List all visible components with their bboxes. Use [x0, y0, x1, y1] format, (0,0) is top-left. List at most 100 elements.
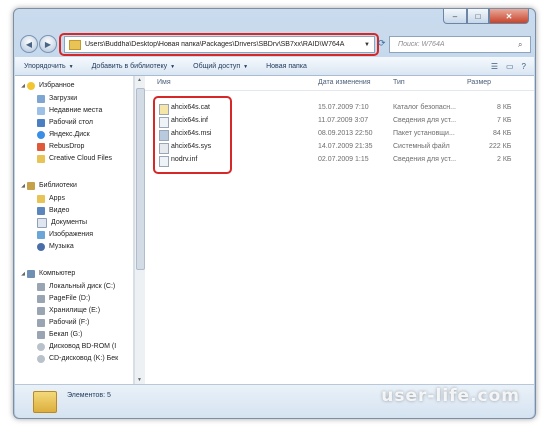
drive-icon	[37, 282, 45, 291]
file-size: 222 КБ	[489, 143, 512, 150]
search-placeholder[interactable]: Поиск: W764A	[390, 41, 518, 48]
nav-item-label: Apps	[49, 195, 65, 202]
search-icon[interactable]: ⌕	[518, 40, 530, 50]
drive-icon	[37, 306, 45, 315]
nav-item-label: Бекап (G:)	[49, 331, 83, 338]
window-controls: ‒ □ ✕	[443, 9, 529, 24]
nav-item-drive-e[interactable]: Хранилище (E:)	[37, 305, 100, 316]
nav-item-downloads[interactable]: Загрузки	[37, 93, 77, 104]
nav-item-recent[interactable]: Недавние места	[37, 105, 102, 116]
help-icon[interactable]: ?	[522, 62, 526, 71]
file-date: 14.07.2009 21:35	[318, 143, 373, 150]
file-type: Системный файл	[393, 143, 450, 150]
add-to-library-button[interactable]: Добавить в библиотеку ▼	[83, 63, 185, 70]
nav-item-label: CD-дисковод (K:) Бек	[49, 355, 119, 362]
navigation-pane: ◢ Избранное Загрузки Недавние места Рабоч…	[15, 76, 134, 384]
refresh-icon[interactable]: ⟳	[378, 38, 386, 49]
watermark: user-life.com	[381, 386, 520, 406]
forward-arrow-icon: ▶	[44, 39, 52, 49]
nav-item-drive-g[interactable]: Бекап (G:)	[37, 329, 82, 340]
documents-icon	[37, 217, 47, 228]
nav-item-label: RebusDrop	[49, 143, 85, 150]
folder-icon	[37, 154, 45, 163]
expand-arrow-icon[interactable]: ◢	[19, 271, 27, 277]
nav-item-creative-cloud[interactable]: Creative Cloud Files	[37, 153, 112, 164]
nav-computer-label: Компьютер	[39, 270, 76, 277]
video-icon	[37, 206, 45, 215]
nav-scrollbar[interactable]: ▲ ▼	[134, 76, 145, 384]
library-icon	[27, 181, 35, 190]
expand-arrow-icon[interactable]: ◢	[19, 83, 27, 89]
minimize-button[interactable]: ‒	[443, 9, 467, 24]
file-type: Каталог безопасн...	[393, 104, 456, 111]
nav-favorites[interactable]: ◢ Избранное	[19, 80, 74, 91]
new-folder-button[interactable]: Новая папка	[257, 63, 316, 70]
nav-item-drive-k[interactable]: CD-дисковод (K:) Бек	[37, 353, 118, 364]
organize-label: Упорядочить	[24, 62, 66, 70]
column-size[interactable]: Размер	[467, 79, 491, 86]
rebusdrop-icon	[37, 142, 45, 151]
nav-item-label: Недавние места	[49, 107, 103, 114]
nav-item-label: PageFile (D:)	[49, 295, 91, 302]
nav-item-label: Музыка	[49, 243, 74, 250]
cloud-icon	[37, 130, 45, 139]
nav-favorites-label: Избранное	[39, 82, 75, 89]
nav-item-label: Загрузки	[49, 95, 78, 102]
disc-icon	[37, 342, 45, 351]
star-icon	[27, 81, 35, 90]
folder-icon	[33, 391, 57, 413]
nav-computer[interactable]: ◢ Компьютер	[19, 268, 75, 279]
file-date: 15.07.2009 7:10	[318, 104, 369, 111]
music-icon	[37, 242, 45, 251]
chevron-down-icon: ▼	[243, 63, 249, 70]
close-button[interactable]: ✕	[489, 9, 529, 24]
file-date: 02.07.2009 1:15	[318, 156, 369, 163]
recent-places-icon	[37, 106, 45, 115]
view-options-icon[interactable]: ☰	[491, 62, 498, 71]
scroll-down-icon[interactable]: ▼	[137, 377, 142, 383]
column-name[interactable]: Имя	[157, 79, 171, 86]
scroll-up-icon[interactable]: ▲	[137, 77, 142, 83]
navigation-row: ◀ ▶ Users\Buddha\Desktop\Новая папка\Pac…	[14, 31, 535, 56]
nav-libraries[interactable]: ◢ Библиотеки	[19, 180, 77, 191]
maximize-button[interactable]: □	[467, 9, 489, 24]
nav-item-label: Creative Cloud Files	[49, 155, 113, 162]
nav-item-pictures[interactable]: Изображения	[37, 229, 93, 240]
chevron-down-icon: ▼	[170, 63, 176, 70]
file-list: Имя Дата изменения Тип Размер ahcix64s.c…	[145, 76, 534, 384]
disc-icon	[37, 354, 45, 363]
share-button[interactable]: Общий доступ ▼	[184, 63, 257, 70]
nav-item-documents[interactable]: Документы	[37, 217, 87, 228]
nav-item-yandex-disk[interactable]: Яндекс.Диск	[37, 129, 90, 140]
back-button[interactable]: ◀	[20, 35, 38, 53]
drive-icon	[37, 294, 45, 303]
nav-item-video[interactable]: Видео	[37, 205, 69, 216]
details-pane: Элементов: 5 user-life.com	[15, 384, 534, 418]
column-date[interactable]: Дата изменения	[318, 79, 371, 86]
preview-pane-icon[interactable]: ▭	[506, 62, 514, 71]
nav-item-drive-d[interactable]: PageFile (D:)	[37, 293, 90, 304]
downloads-icon	[37, 94, 45, 103]
scroll-thumb[interactable]	[136, 88, 145, 270]
expand-arrow-icon[interactable]: ◢	[19, 183, 27, 189]
column-type[interactable]: Тип	[393, 79, 405, 86]
nav-item-desktop[interactable]: Рабочий стол	[37, 117, 93, 128]
nav-item-drive-i[interactable]: Дисковод BD-ROM (I	[37, 341, 116, 352]
file-size: 8 КБ	[497, 104, 512, 111]
nav-item-music[interactable]: Музыка	[37, 241, 74, 252]
forward-button[interactable]: ▶	[39, 35, 57, 53]
command-bar: Упорядочить ▼ Добавить в библиотеку ▼ Общи…	[15, 57, 534, 76]
explorer-window: ‒ □ ✕ ◀ ▶ Users\Buddha\Desktop\Новая пап…	[13, 8, 536, 419]
nav-item-drive-c[interactable]: Локальный диск (C:)	[37, 281, 115, 292]
nav-item-label: Локальный диск (C:)	[49, 283, 116, 290]
file-date: 08.09.2013 22:50	[318, 130, 373, 137]
nav-item-apps[interactable]: Apps	[37, 193, 65, 204]
search-box[interactable]: Поиск: W764A ⌕	[389, 36, 531, 53]
nav-item-drive-f[interactable]: Рабочий (F:)	[37, 317, 89, 328]
nav-item-label: Рабочий стол	[49, 119, 93, 126]
organize-button[interactable]: Упорядочить ▼	[15, 63, 83, 70]
nav-item-rebusdrop[interactable]: RebusDrop	[37, 141, 84, 152]
files-highlight-box	[153, 96, 232, 174]
chevron-down-icon: ▼	[68, 63, 74, 70]
nav-item-label: Дисковод BD-ROM (I	[49, 343, 117, 350]
